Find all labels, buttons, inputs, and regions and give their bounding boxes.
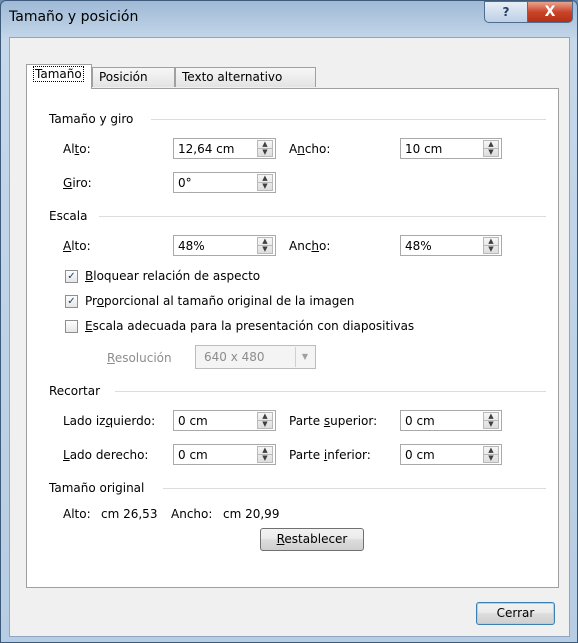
tab-panel-size: Tamaño y giro Alto: 12,64 cm ▲ ▼ Ancho: 1… [26, 88, 559, 588]
chevron-down-icon[interactable]: ▼ [295, 347, 314, 367]
crop-right-spinner[interactable]: 0 cm ▲ ▼ [173, 444, 276, 465]
size-height-value[interactable]: 12,64 cm [178, 142, 234, 156]
lock-aspect-label[interactable]: Bloquear relación de aspecto [85, 269, 260, 283]
scale-width-label: Ancho: [289, 239, 331, 253]
spin-down-icon[interactable]: ▼ [258, 149, 272, 156]
size-height-spinner[interactable]: 12,64 cm ▲ ▼ [173, 138, 276, 159]
spin-down-icon[interactable]: ▼ [258, 246, 272, 253]
spin-down-icon[interactable]: ▼ [484, 455, 498, 462]
crop-left-value[interactable]: 0 cm [178, 414, 208, 428]
best-scale-checkbox[interactable] [65, 320, 78, 333]
resolution-label: Resolución [107, 351, 172, 365]
crop-right-label: Lado derecho: [63, 448, 149, 462]
spin-up-icon[interactable]: ▲ [258, 413, 272, 420]
size-width-value[interactable]: 10 cm [405, 142, 442, 156]
spin-up-icon[interactable]: ▲ [258, 447, 272, 454]
spin-up-icon[interactable]: ▲ [258, 238, 272, 245]
spin-arrows[interactable]: ▲ ▼ [483, 446, 499, 463]
spin-down-icon[interactable]: ▼ [484, 246, 498, 253]
spin-arrows[interactable]: ▲ ▼ [483, 140, 499, 157]
spin-up-icon[interactable]: ▲ [258, 141, 272, 148]
relative-original-checkbox[interactable]: ✓ [65, 295, 78, 308]
spin-up-icon[interactable]: ▲ [484, 141, 498, 148]
crop-left-spinner[interactable]: 0 cm ▲ ▼ [173, 410, 276, 431]
spin-down-icon[interactable]: ▼ [258, 421, 272, 428]
spin-up-icon[interactable]: ▲ [484, 447, 498, 454]
spin-arrows[interactable]: ▲ ▼ [257, 446, 273, 463]
rotation-spinner[interactable]: 0° ▲ ▼ [173, 172, 276, 193]
spin-arrows[interactable]: ▲ ▼ [257, 140, 273, 157]
original-height-label: Alto: [63, 507, 91, 521]
section-divider [151, 119, 546, 120]
scale-height-spinner[interactable]: 48% ▲ ▼ [173, 235, 276, 256]
close-window-button[interactable]: X [527, 1, 573, 23]
original-width-value: cm 20,99 [223, 507, 280, 521]
section-scale-heading: Escala [49, 209, 88, 223]
scale-width-spinner[interactable]: 48% ▲ ▼ [400, 235, 502, 256]
crop-top-label: Parte superior: [289, 414, 378, 428]
rotation-value[interactable]: 0° [178, 176, 192, 190]
reset-button[interactable]: Restablecer [260, 528, 364, 551]
rotation-label: Giro: [63, 176, 92, 190]
spin-down-icon[interactable]: ▼ [258, 183, 272, 190]
dialog-client-area: Tamaño Posición Texto alternativo Tamaño… [9, 37, 570, 637]
close-button[interactable]: Cerrar [476, 602, 555, 625]
spin-arrows[interactable]: ▲ ▼ [483, 237, 499, 254]
spin-down-icon[interactable]: ▼ [484, 149, 498, 156]
relative-original-label[interactable]: Proporcional al tamaño original de la im… [85, 294, 354, 308]
lock-aspect-checkbox[interactable]: ✓ [65, 270, 78, 283]
section-divider [99, 216, 546, 217]
section-divider [163, 488, 546, 489]
crop-top-spinner[interactable]: 0 cm ▲ ▼ [400, 410, 502, 431]
crop-top-value[interactable]: 0 cm [405, 414, 435, 428]
scale-height-value[interactable]: 48% [178, 239, 205, 253]
crop-bottom-value[interactable]: 0 cm [405, 448, 435, 462]
size-height-label: Alto: [63, 142, 91, 156]
dialog-window: Tamaño y posición ? X Tamaño Posición Te… [0, 0, 578, 643]
spin-down-icon[interactable]: ▼ [484, 421, 498, 428]
section-original-size-heading: Tamaño original [49, 481, 145, 495]
original-height-value: cm 26,53 [101, 507, 158, 521]
spin-arrows[interactable]: ▲ ▼ [257, 174, 273, 191]
scale-height-label: Alto: [63, 239, 91, 253]
title-bar[interactable]: Tamaño y posición ? X [1, 1, 577, 37]
spin-up-icon[interactable]: ▲ [484, 413, 498, 420]
help-button[interactable]: ? [484, 1, 528, 23]
crop-bottom-label: Parte inferior: [289, 448, 371, 462]
spin-down-icon[interactable]: ▼ [258, 455, 272, 462]
window-title: Tamaño y posición [9, 9, 139, 25]
crop-left-label: Lado izquierdo: [63, 414, 156, 428]
best-scale-label[interactable]: Escala adecuada para la presentación con… [85, 319, 414, 333]
scale-width-value[interactable]: 48% [405, 239, 432, 253]
size-width-spinner[interactable]: 10 cm ▲ ▼ [400, 138, 502, 159]
crop-right-value[interactable]: 0 cm [178, 448, 208, 462]
resolution-select[interactable]: 640 x 480 ▼ [195, 345, 316, 369]
spin-arrows[interactable]: ▲ ▼ [257, 237, 273, 254]
spin-arrows[interactable]: ▲ ▼ [257, 412, 273, 429]
resolution-value: 640 x 480 [204, 350, 265, 364]
size-width-label: Ancho: [289, 142, 331, 156]
spin-arrows[interactable]: ▲ ▼ [483, 412, 499, 429]
tab-size[interactable]: Tamaño [26, 64, 92, 89]
section-divider [115, 391, 546, 392]
section-size-rotation-heading: Tamaño y giro [49, 112, 134, 126]
tab-alt-text[interactable]: Texto alternativo [175, 67, 316, 87]
original-width-label: Ancho: [171, 507, 213, 521]
crop-bottom-spinner[interactable]: 0 cm ▲ ▼ [400, 444, 502, 465]
section-crop-heading: Recortar [49, 384, 101, 398]
tab-position[interactable]: Posición [92, 67, 175, 87]
spin-up-icon[interactable]: ▲ [484, 238, 498, 245]
spin-up-icon[interactable]: ▲ [258, 175, 272, 182]
